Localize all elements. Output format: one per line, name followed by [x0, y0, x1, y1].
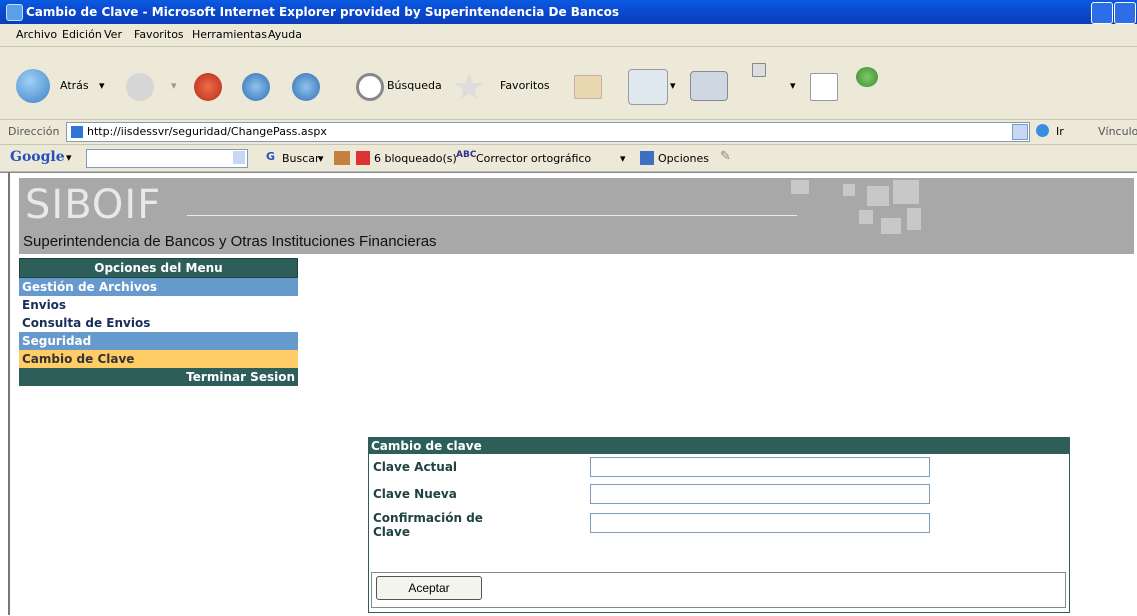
window-title: Cambio de Clave - Microsoft Internet Exp…	[26, 5, 620, 19]
change-password-form: Cambio de clave Clave Actual Clave Nueva…	[368, 437, 1070, 613]
menu-item-envios[interactable]: Envios	[19, 296, 298, 314]
history-icon[interactable]	[574, 75, 602, 99]
menu-ayuda[interactable]: Ayuda	[268, 28, 302, 41]
favorites-label[interactable]: Favoritos	[500, 79, 550, 92]
current-password-label: Clave Actual	[373, 460, 458, 474]
favorites-star-icon[interactable]: ★	[452, 65, 486, 109]
forward-arrow-icon[interactable]	[126, 73, 154, 101]
google-toolbar: Google ▾ G Buscar ▾ 6 bloqueado(s) ABC C…	[0, 145, 1137, 172]
address-bar: Dirección http://iisdessvr/seguridad/Cha…	[0, 120, 1137, 145]
window-titlebar: Cambio de Clave - Microsoft Internet Exp…	[0, 0, 1137, 24]
refresh-icon[interactable]	[242, 73, 270, 101]
button-row: Aceptar	[371, 572, 1066, 608]
new-password-label: Clave Nueva	[373, 487, 457, 501]
page-icon	[71, 126, 83, 138]
mail-icon[interactable]	[628, 69, 668, 105]
search-label[interactable]: Búsqueda	[387, 79, 442, 92]
menu-favoritos[interactable]: Favoritos	[134, 28, 184, 41]
menu-category-seguridad[interactable]: Seguridad	[19, 332, 298, 350]
address-label: Dirección	[8, 125, 60, 138]
menu-header: Opciones del Menu	[19, 258, 298, 278]
chevron-down-icon[interactable]: ▾	[620, 152, 626, 165]
decor-square	[907, 208, 921, 230]
menu-archivo[interactable]: Archivo	[16, 28, 57, 41]
print-icon[interactable]	[690, 71, 728, 101]
go-label[interactable]: Ir	[1056, 125, 1064, 138]
chevron-down-icon[interactable]: ▾	[66, 151, 72, 164]
siboif-banner: SIBOIF Superintendencia de Bancos y Otra…	[19, 178, 1134, 254]
maximize-button[interactable]	[1114, 2, 1136, 24]
chevron-down-icon[interactable]: ▾	[318, 152, 324, 165]
messenger-icon[interactable]	[856, 67, 878, 87]
edit-icon[interactable]	[752, 63, 766, 77]
search-icon[interactable]	[356, 73, 384, 101]
search-label[interactable]: Buscar	[282, 152, 320, 165]
decor-square	[893, 180, 919, 204]
menu-herramientas[interactable]: Herramientas	[192, 28, 267, 41]
links-label[interactable]: Vínculos	[1098, 125, 1137, 138]
confirm-password-label: Confirmación de Clave	[373, 511, 483, 539]
stop-icon[interactable]	[194, 73, 222, 101]
home-icon[interactable]	[292, 73, 320, 101]
spellcheck-icon[interactable]: ABC	[456, 150, 476, 160]
chevron-down-icon[interactable]	[233, 151, 245, 164]
google-g-icon[interactable]: G	[266, 150, 275, 163]
siboif-logo: SIBOIF	[25, 182, 162, 228]
menu-item-cambio-clave[interactable]: Cambio de Clave	[19, 350, 298, 368]
google-logo[interactable]: Google	[10, 149, 65, 165]
pagerank-icon[interactable]	[334, 151, 350, 165]
browser-toolbar: Atrás ▾ ▾ Búsqueda ★ Favoritos ▾ ▾	[0, 47, 1137, 120]
menu-item-consulta-envios[interactable]: Consulta de Envios	[19, 314, 298, 332]
address-input[interactable]: http://iisdessvr/seguridad/ChangePass.as…	[66, 122, 1030, 142]
menu-ver[interactable]: Ver	[104, 28, 122, 41]
current-password-input[interactable]	[590, 457, 930, 477]
spellcheck-label[interactable]: Corrector ortográfico	[476, 152, 591, 165]
chevron-down-icon[interactable]: ▾	[99, 79, 105, 92]
menu-category-archivos[interactable]: Gestión de Archivos	[19, 278, 298, 296]
minimize-button[interactable]	[1091, 2, 1113, 24]
chevron-down-icon[interactable]: ▾	[670, 79, 676, 92]
google-search-input[interactable]	[86, 149, 248, 168]
menubar: Archivo Edición Ver Favoritos Herramient…	[0, 24, 1137, 47]
decor-square	[843, 184, 855, 196]
chevron-down-icon[interactable]: ▾	[790, 79, 796, 92]
back-label[interactable]: Atrás	[60, 79, 89, 92]
address-url: http://iisdessvr/seguridad/ChangePass.as…	[87, 125, 327, 138]
decor-square	[791, 180, 809, 194]
chevron-down-icon[interactable]: ▾	[171, 79, 177, 92]
logout-link[interactable]: Terminar Sesion	[19, 368, 298, 386]
chevron-down-icon[interactable]	[1012, 124, 1028, 140]
decor-square	[867, 186, 889, 206]
new-password-input[interactable]	[590, 484, 930, 504]
accept-button[interactable]: Aceptar	[376, 576, 482, 600]
ie-icon	[6, 4, 23, 21]
side-menu: Opciones del Menu Gestión de Archivos En…	[19, 258, 298, 386]
back-arrow-icon[interactable]	[16, 69, 50, 103]
discuss-icon[interactable]	[810, 73, 838, 101]
options-label[interactable]: Opciones	[658, 152, 709, 165]
decor-square	[859, 210, 873, 224]
frame-border	[8, 172, 10, 615]
decor-square	[881, 218, 901, 234]
popup-blocker-icon[interactable]	[356, 151, 370, 165]
highlighter-icon[interactable]: ✎	[720, 149, 731, 164]
banner-divider	[187, 215, 797, 216]
blocked-label[interactable]: 6 bloqueado(s)	[374, 152, 457, 165]
options-icon[interactable]	[640, 151, 654, 165]
go-icon[interactable]	[1036, 124, 1049, 137]
form-title: Cambio de clave	[369, 438, 1069, 454]
banner-subtitle: Superintendencia de Bancos y Otras Insti…	[23, 233, 437, 250]
confirm-password-input[interactable]	[590, 513, 930, 533]
menu-edicion[interactable]: Edición	[62, 28, 102, 41]
